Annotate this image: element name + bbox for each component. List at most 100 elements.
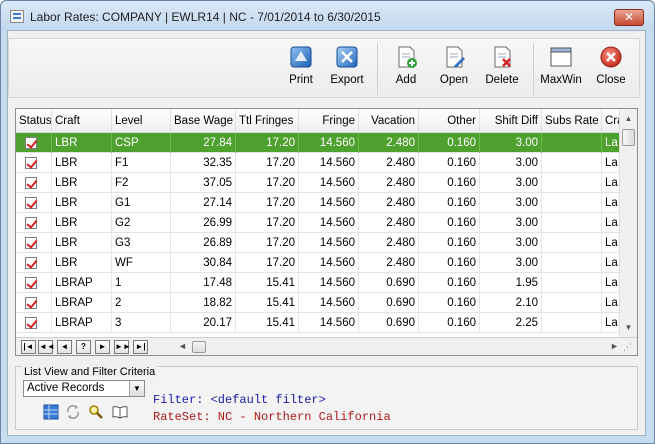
status-checkbox[interactable] [25, 297, 37, 309]
status-checkbox[interactable] [25, 197, 37, 209]
delete-button[interactable]: Delete [478, 44, 526, 94]
scroll-down-arrow-icon[interactable]: ▼ [622, 321, 635, 335]
vertical-scroll-thumb[interactable] [622, 129, 635, 146]
craft-cell: LBR [52, 253, 112, 273]
status-cell[interactable] [16, 213, 52, 233]
col-header-fringe[interactable]: Fringe [299, 109, 359, 132]
ttl-fringes-cell: 17.20 [236, 233, 299, 253]
nav-next-page-button[interactable]: ►► [114, 340, 131, 354]
status-checkbox[interactable] [25, 317, 37, 329]
chevron-down-icon[interactable]: ▼ [129, 381, 144, 396]
status-checkbox[interactable] [25, 157, 37, 169]
status-cell[interactable] [16, 253, 52, 273]
status-checkbox[interactable] [25, 177, 37, 189]
col-header-shift-diff[interactable]: Shift Diff [480, 109, 542, 132]
subs-rate-cell [542, 153, 602, 173]
level-cell: G2 [112, 213, 171, 233]
table-row[interactable]: LBR F2 37.05 17.20 14.560 2.480 0.160 3.00 La [16, 173, 619, 193]
print-label: Print [289, 74, 313, 86]
status-cell[interactable] [16, 193, 52, 213]
search-magnifier-icon[interactable] [88, 404, 104, 420]
subs-rate-cell [542, 213, 602, 233]
subs-rate-cell [542, 133, 602, 153]
status-checkbox[interactable] [25, 217, 37, 229]
col-header-ttl-fringes[interactable]: Ttl Fringes [236, 109, 299, 132]
vacation-cell: 0.690 [359, 293, 419, 313]
export-button[interactable]: Export [323, 44, 371, 94]
nav-first-button[interactable]: |◄ [21, 340, 36, 354]
nav-last-button[interactable]: ►| [133, 340, 148, 354]
table-row[interactable]: LBR CSP 27.84 17.20 14.560 2.480 0.160 3.00 La [16, 133, 619, 153]
close-button[interactable]: Close [587, 44, 635, 94]
other-cell: 0.160 [419, 153, 480, 173]
other-cell: 0.160 [419, 213, 480, 233]
other-cell: 0.160 [419, 313, 480, 333]
status-cell[interactable] [16, 293, 52, 313]
vertical-scrollbar[interactable]: ▲ ▼ [619, 109, 637, 337]
list-view-select[interactable]: Active Records ▼ [23, 380, 145, 397]
refresh-icon[interactable] [65, 404, 81, 420]
status-checkbox[interactable] [25, 237, 37, 249]
table-row[interactable]: LBRAP 3 20.17 15.41 14.560 0.690 0.160 2.25 La [16, 313, 619, 333]
nav-prev-button[interactable]: ◄ [57, 340, 72, 354]
status-cell[interactable] [16, 173, 52, 193]
level-cell: 3 [112, 313, 171, 333]
horizontal-scroll-thumb[interactable] [192, 341, 206, 353]
cra-cell: La [602, 153, 619, 173]
table-row[interactable]: LBRAP 2 18.82 15.41 14.560 0.690 0.160 2.10 La [16, 293, 619, 313]
toolbar: Print Export Add Open Delete MaxWin Clos… [8, 38, 640, 98]
base-wage-cell: 17.48 [171, 273, 236, 293]
resize-grip-icon[interactable]: ⋰ [623, 342, 632, 353]
print-button[interactable]: Print [277, 44, 325, 94]
ttl-fringes-cell: 17.20 [236, 133, 299, 153]
status-cell[interactable] [16, 153, 52, 173]
table-row[interactable]: LBR G2 26.99 17.20 14.560 2.480 0.160 3.00 La [16, 213, 619, 233]
table-row[interactable]: LBR G3 26.89 17.20 14.560 2.480 0.160 3.00 La [16, 233, 619, 253]
grid-view-icon[interactable] [43, 404, 59, 420]
status-cell[interactable] [16, 133, 52, 153]
col-header-level[interactable]: Level [112, 109, 171, 132]
table-row[interactable]: LBR F1 32.35 17.20 14.560 2.480 0.160 3.00 La [16, 153, 619, 173]
other-cell: 0.160 [419, 273, 480, 293]
col-header-status[interactable]: Status [16, 109, 52, 132]
col-header-craft[interactable]: Craft [52, 109, 112, 132]
title-bar[interactable]: Labor Rates: COMPANY | EWLR14 | NC - 7/0… [1, 1, 654, 31]
table-row[interactable]: LBR WF 30.84 17.20 14.560 2.480 0.160 3.00 La [16, 253, 619, 273]
vacation-cell: 0.690 [359, 313, 419, 333]
maxwin-button[interactable]: MaxWin [537, 44, 585, 94]
shift-diff-cell: 3.00 [480, 253, 542, 273]
base-wage-cell: 27.14 [171, 193, 236, 213]
shift-diff-cell: 3.00 [480, 173, 542, 193]
col-header-other[interactable]: Other [419, 109, 480, 132]
nav-prev-page-button[interactable]: ◄◄ [38, 340, 55, 354]
status-checkbox[interactable] [25, 277, 37, 289]
nav-next-button[interactable]: ► [95, 340, 110, 354]
app-window-icon [10, 10, 24, 23]
maximize-window-icon [550, 47, 572, 67]
scroll-left-arrow-icon[interactable]: ◄ [178, 341, 187, 351]
status-cell[interactable] [16, 233, 52, 253]
status-checkbox[interactable] [25, 257, 37, 269]
nav-help-button[interactable]: ? [76, 340, 91, 354]
col-header-subs-rate[interactable]: Subs Rate [542, 109, 602, 132]
ttl-fringes-cell: 17.20 [236, 253, 299, 273]
col-header-base-wage[interactable]: Base Wage [171, 109, 236, 132]
table-row[interactable]: LBR G1 27.14 17.20 14.560 2.480 0.160 3.00 La [16, 193, 619, 213]
vacation-cell: 2.480 [359, 153, 419, 173]
book-icon[interactable] [112, 404, 128, 420]
col-header-cra[interactable]: Cra [602, 109, 619, 132]
table-row[interactable]: LBRAP 1 17.48 15.41 14.560 0.690 0.160 1.95 La [16, 273, 619, 293]
fringe-cell: 14.560 [299, 233, 359, 253]
ttl-fringes-cell: 17.20 [236, 173, 299, 193]
other-cell: 0.160 [419, 293, 480, 313]
scroll-up-arrow-icon[interactable]: ▲ [622, 112, 635, 126]
col-header-vacation[interactable]: Vacation [359, 109, 419, 132]
status-cell[interactable] [16, 313, 52, 333]
open-button[interactable]: Open [430, 44, 478, 94]
grid-header: Status Craft Level Base Wage Ttl Fringes… [16, 109, 619, 133]
scroll-right-arrow-icon[interactable]: ► [610, 341, 619, 351]
add-button[interactable]: Add [382, 44, 430, 94]
window-close-button[interactable]: ✕ [614, 9, 644, 26]
status-cell[interactable] [16, 273, 52, 293]
status-checkbox[interactable] [25, 137, 37, 149]
